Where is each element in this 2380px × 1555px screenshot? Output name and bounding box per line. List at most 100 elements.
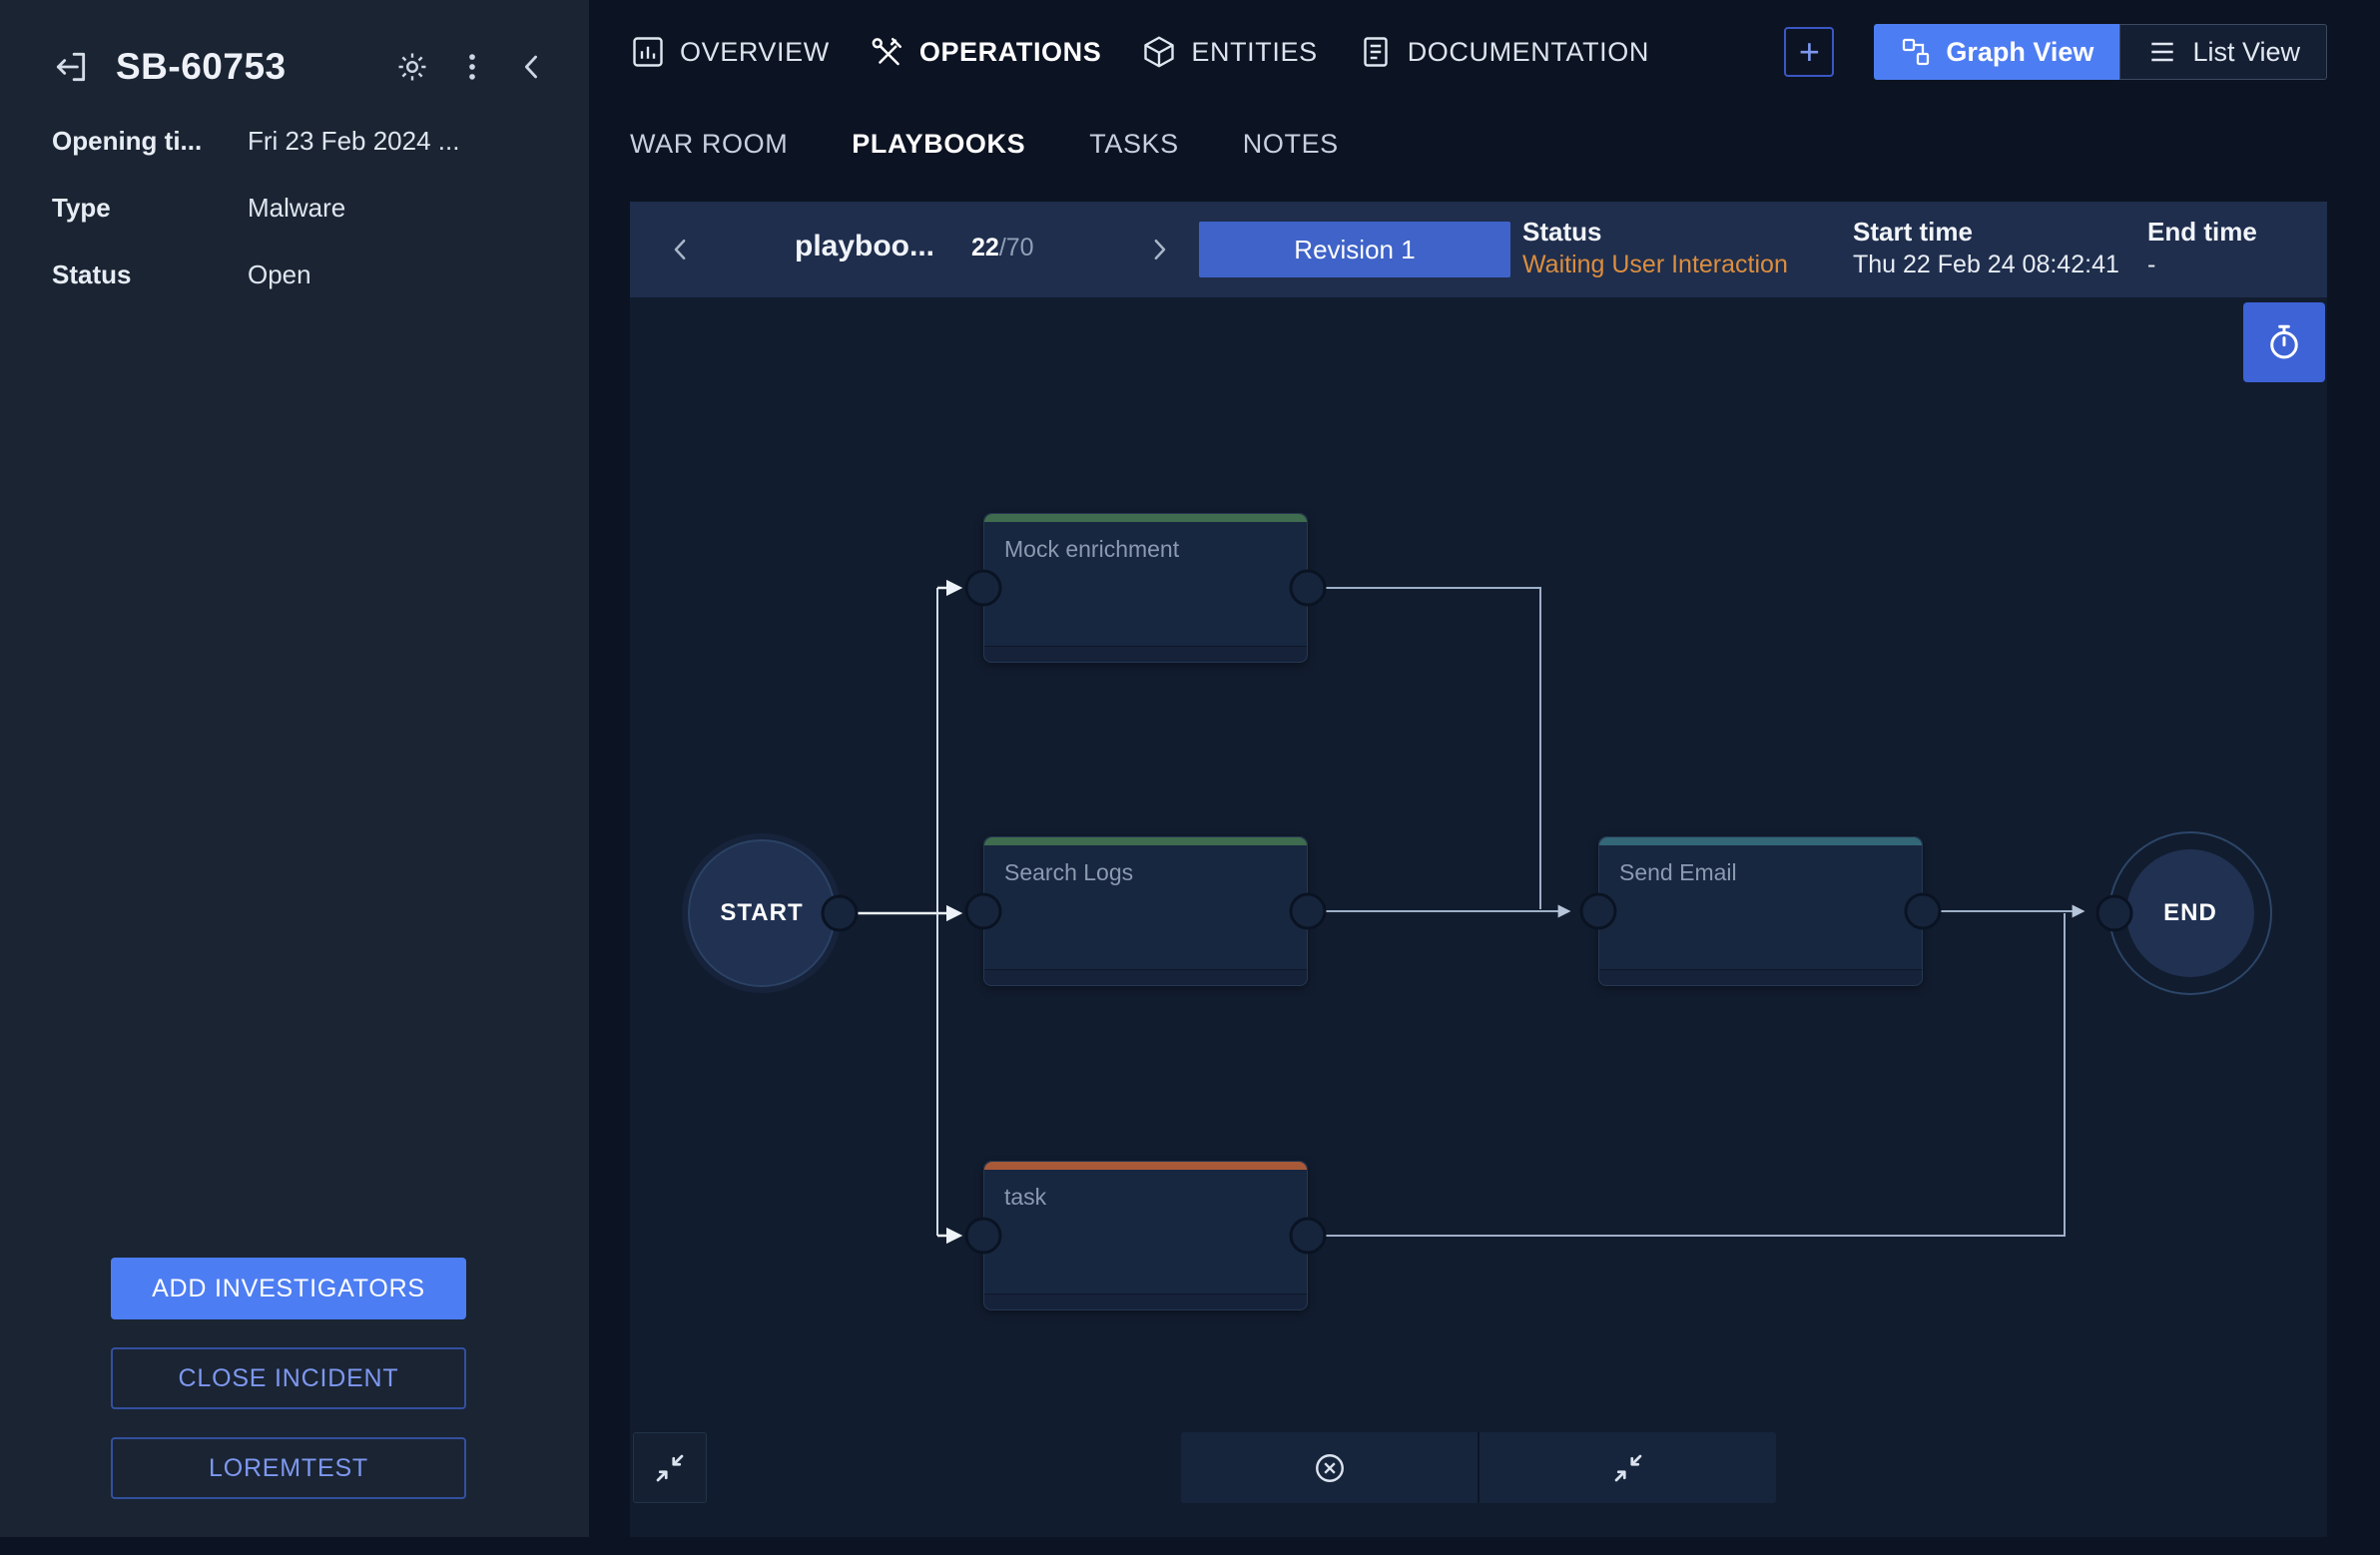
collapse-view-button[interactable] bbox=[1478, 1432, 1776, 1503]
loremtest-button[interactable]: LOREMTEST bbox=[111, 1437, 466, 1499]
timer-button[interactable] bbox=[2243, 302, 2325, 382]
incident-id: SB-60753 bbox=[116, 46, 287, 87]
end-node[interactable]: END bbox=[2108, 831, 2272, 995]
end-node-inner: END bbox=[2126, 849, 2254, 977]
task-node-footer bbox=[984, 646, 1307, 662]
counter-current: 22 bbox=[971, 234, 999, 261]
playbook-task-counter: 22/70 bbox=[971, 234, 1034, 262]
next-playbook-chevron-icon[interactable] bbox=[1144, 235, 1174, 264]
operations-subtabs: WAR ROOM PLAYBOOKS TASKS NOTES bbox=[630, 104, 2327, 184]
collapse-sidebar-chevron-icon[interactable] bbox=[515, 50, 549, 84]
top-nav: OVERVIEW OPERATIONS ENTITIES DOCUMENTATI… bbox=[630, 0, 2327, 104]
compress-icon bbox=[1610, 1450, 1646, 1486]
incident-sidebar: SB-60753 Opening ti... Fri 23 Feb 2024 .… bbox=[0, 0, 589, 1537]
end-time-label: End time bbox=[2147, 217, 2257, 247]
subtab-war-room[interactable]: WAR ROOM bbox=[630, 129, 788, 160]
subtab-tasks[interactable]: TASKS bbox=[1089, 129, 1179, 160]
tab-label: DOCUMENTATION bbox=[1407, 36, 1649, 67]
task-node-label: Search Logs bbox=[1004, 859, 1134, 885]
field-label: Status bbox=[52, 259, 132, 289]
field-type: Type Malware bbox=[52, 193, 553, 224]
playbook-end-time: End time - bbox=[2147, 215, 2257, 280]
graph-view-button[interactable]: Graph View bbox=[1874, 24, 2120, 80]
subtab-playbooks[interactable]: PLAYBOOKS bbox=[852, 129, 1025, 160]
incident-fields: Opening ti... Fri 23 Feb 2024 ... Type M… bbox=[52, 126, 553, 326]
field-label: Type bbox=[52, 193, 111, 223]
playbook-header: playboo... 22/70 Revision 1 Status Waiti… bbox=[630, 202, 2327, 297]
subtab-notes[interactable]: NOTES bbox=[1243, 129, 1339, 160]
tab-label: OPERATIONS bbox=[918, 36, 1102, 67]
cube-icon bbox=[1141, 34, 1177, 70]
view-toggle: Graph View List View bbox=[1874, 24, 2327, 80]
prev-playbook-chevron-icon[interactable] bbox=[666, 235, 696, 264]
tab-entities[interactable]: ENTITIES bbox=[1141, 34, 1317, 70]
list-icon bbox=[2146, 36, 2178, 68]
flowchart-icon bbox=[1900, 36, 1932, 68]
timer-icon bbox=[2263, 321, 2305, 363]
playbook-title: playboo... bbox=[795, 230, 935, 262]
tab-label: OVERVIEW bbox=[680, 36, 830, 67]
incident-actions: ADD INVESTIGATORS CLOSE INCIDENT LOREMTE… bbox=[111, 1258, 466, 1499]
playbook-graph-canvas[interactable]: START Mock enrichment Search Logs task S… bbox=[630, 297, 2327, 1537]
task-node-task[interactable]: task bbox=[983, 1161, 1308, 1310]
task-node-search-logs[interactable]: Search Logs bbox=[983, 836, 1308, 986]
start-label: START bbox=[720, 899, 804, 926]
back-icon[interactable] bbox=[52, 48, 90, 86]
close-circle-button[interactable] bbox=[1181, 1432, 1478, 1503]
end-time-value: - bbox=[2147, 251, 2156, 278]
node-accent-strip bbox=[984, 514, 1307, 522]
start-time-label: Start time bbox=[1853, 217, 1973, 247]
main-content: OVERVIEW OPERATIONS ENTITIES DOCUMENTATI… bbox=[630, 0, 2327, 1537]
counter-total: /70 bbox=[998, 234, 1034, 261]
tab-operations[interactable]: OPERATIONS bbox=[870, 34, 1102, 70]
topbar-right: + Graph View List View bbox=[1784, 24, 2327, 80]
kebab-menu-icon[interactable] bbox=[455, 50, 489, 84]
graph-edges bbox=[821, 569, 2133, 1255]
graph-view-label: Graph View bbox=[1946, 36, 2094, 67]
playbook-start-time: Start time Thu 22 Feb 24 08:42:41 bbox=[1853, 215, 2119, 280]
playbook-status: Status Waiting User Interaction bbox=[1522, 215, 1788, 280]
task-node-label: task bbox=[1004, 1184, 1047, 1210]
main-tabs: OVERVIEW OPERATIONS ENTITIES DOCUMENTATI… bbox=[630, 34, 1649, 70]
field-status: Status Open bbox=[52, 259, 553, 290]
task-node-label: Mock enrichment bbox=[1004, 536, 1180, 562]
add-tab-button[interactable]: + bbox=[1784, 27, 1835, 77]
task-node-footer bbox=[984, 1294, 1307, 1309]
app-root: SB-60753 Opening ti... Fri 23 Feb 2024 .… bbox=[0, 0, 2380, 1555]
node-accent-strip bbox=[984, 1162, 1307, 1170]
task-node-footer bbox=[984, 969, 1307, 985]
close-incident-button[interactable]: CLOSE INCIDENT bbox=[111, 1347, 466, 1409]
bar-chart-icon bbox=[630, 34, 666, 70]
playbook-panel: playboo... 22/70 Revision 1 Status Waiti… bbox=[630, 202, 2327, 1537]
start-node[interactable]: START bbox=[688, 839, 836, 987]
task-node-label: Send Email bbox=[1619, 859, 1737, 885]
list-view-button[interactable]: List View bbox=[2119, 24, 2327, 80]
task-node-send-email[interactable]: Send Email bbox=[1598, 836, 1923, 986]
list-view-label: List View bbox=[2192, 36, 2300, 67]
add-investigators-button[interactable]: ADD INVESTIGATORS bbox=[111, 1258, 466, 1319]
canvas-bottom-toolbar bbox=[1181, 1432, 1776, 1503]
revision-selector[interactable]: Revision 1 bbox=[1199, 222, 1510, 277]
tab-overview[interactable]: OVERVIEW bbox=[630, 34, 830, 70]
fit-view-button[interactable] bbox=[633, 1432, 707, 1503]
node-accent-strip bbox=[984, 837, 1307, 845]
status-label: Status bbox=[1522, 217, 1602, 247]
circle-x-icon bbox=[1312, 1450, 1348, 1486]
sidebar-header: SB-60753 bbox=[0, 0, 589, 88]
field-opening-time: Opening ti... Fri 23 Feb 2024 ... bbox=[52, 126, 553, 157]
end-label: END bbox=[2163, 899, 2217, 926]
tab-label: ENTITIES bbox=[1191, 36, 1318, 67]
field-label: Opening ti... bbox=[52, 126, 203, 156]
task-node-footer bbox=[1599, 969, 1922, 985]
sidebar-tools bbox=[395, 50, 549, 84]
field-value: Open bbox=[248, 259, 311, 289]
field-value: Fri 23 Feb 2024 ... bbox=[248, 126, 460, 156]
start-time-value: Thu 22 Feb 24 08:42:41 bbox=[1853, 251, 2119, 278]
document-icon bbox=[1358, 34, 1394, 70]
node-accent-strip bbox=[1599, 837, 1922, 845]
compress-icon bbox=[652, 1450, 688, 1486]
tab-documentation[interactable]: DOCUMENTATION bbox=[1358, 34, 1649, 70]
task-node-mock-enrichment[interactable]: Mock enrichment bbox=[983, 513, 1308, 663]
status-value: Waiting User Interaction bbox=[1522, 251, 1788, 278]
gear-icon[interactable] bbox=[395, 50, 429, 84]
